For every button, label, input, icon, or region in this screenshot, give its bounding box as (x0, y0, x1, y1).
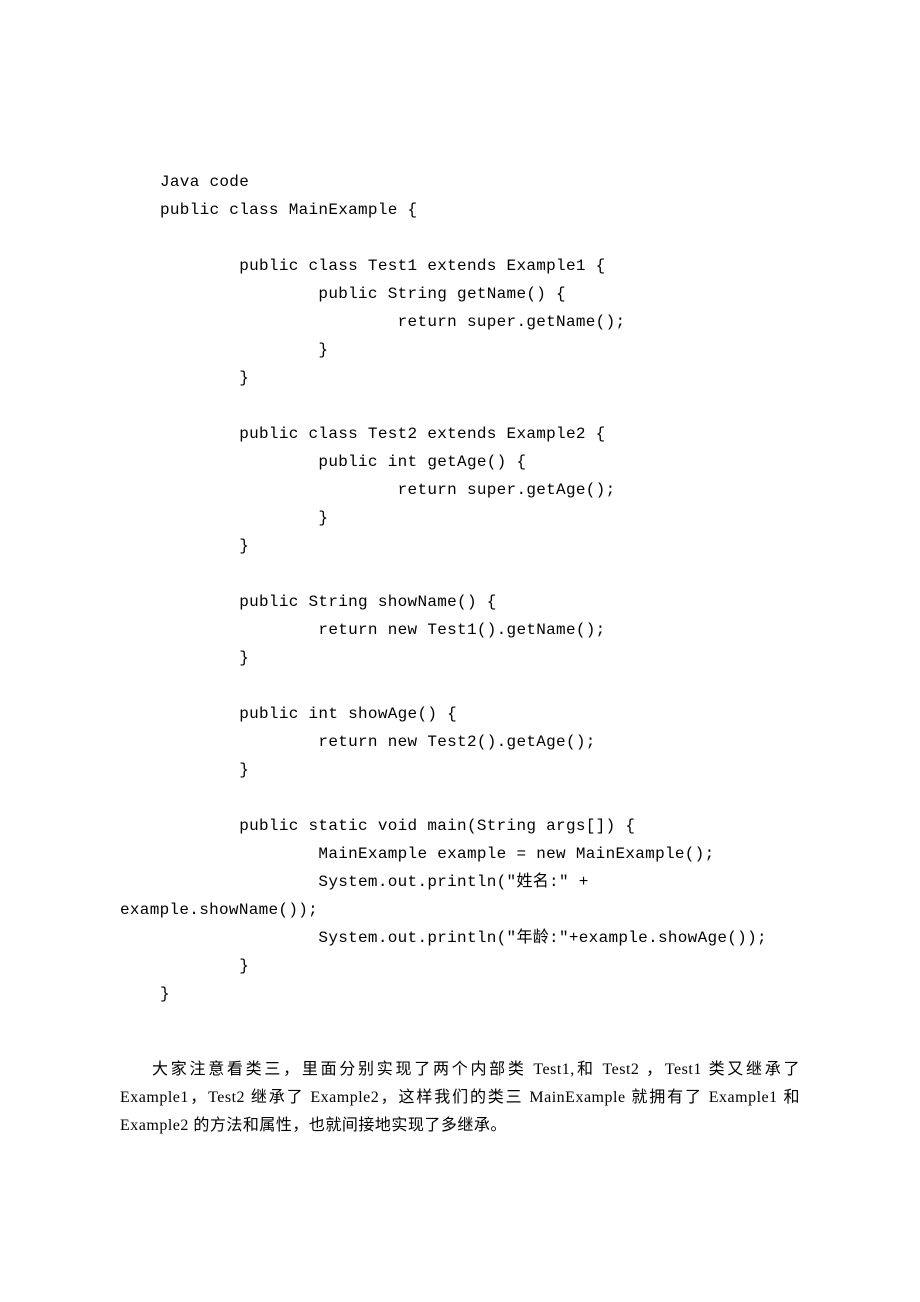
code-line: } (160, 509, 328, 527)
code-line: } (160, 761, 249, 779)
code-line: public class MainExample { (160, 201, 417, 219)
code-line: public String getName() { (160, 285, 566, 303)
code-line: public int showAge() { (160, 705, 457, 723)
code-line: } (160, 369, 249, 387)
code-line: System.out.println("姓名:" + (160, 873, 589, 891)
code-line: return new Test2().getAge(); (160, 733, 596, 751)
code-line: } (160, 985, 170, 1003)
code-line: public class Test1 extends Example1 { (160, 257, 606, 275)
code-line: public String showName() { (160, 593, 497, 611)
code-line: } (160, 341, 328, 359)
code-line: return super.getName(); (160, 313, 625, 331)
code-line: } (160, 649, 249, 667)
java-code-block: Java code public class MainExample { pub… (160, 140, 800, 1008)
code-line: } (160, 957, 249, 975)
code-line: return new Test1().getName(); (160, 621, 606, 639)
code-line: MainExample example = new MainExample(); (160, 845, 715, 863)
code-line: System.out.println("年龄:"+example.showAge… (160, 929, 767, 947)
code-line: example.showName()); (120, 901, 318, 919)
code-line: public class Test2 extends Example2 { (160, 425, 606, 443)
code-line: public int getAge() { (160, 453, 526, 471)
code-line: return super.getAge(); (160, 481, 615, 499)
explanation-paragraph: 大家注意看类三，里面分别实现了两个内部类 Test1,和 Test2 ，Test… (120, 1056, 800, 1140)
code-line: } (160, 537, 249, 555)
code-line: Java code (160, 173, 249, 191)
document-page: Java code public class MainExample { pub… (0, 0, 920, 1216)
code-line: public static void main(String args[]) { (160, 817, 635, 835)
